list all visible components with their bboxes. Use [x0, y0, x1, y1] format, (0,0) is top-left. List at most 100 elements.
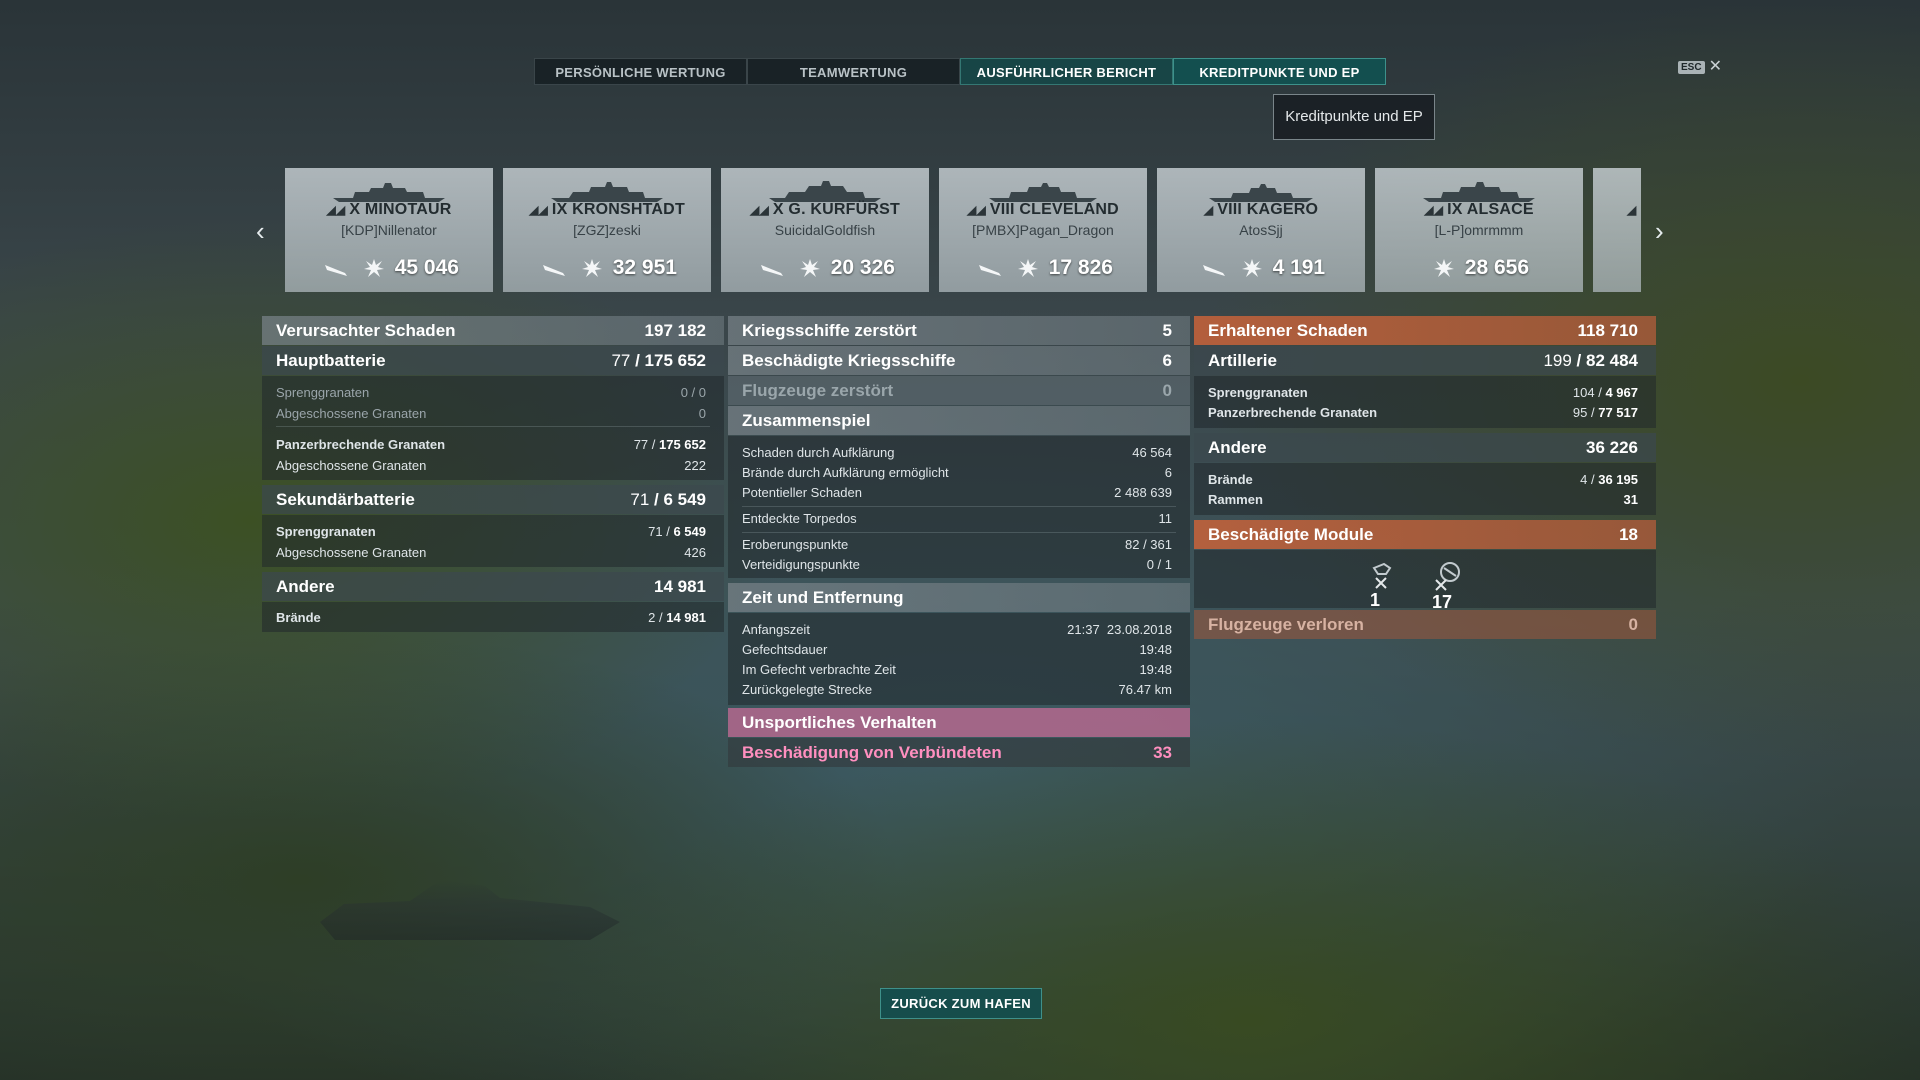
- damaged-modules-header: Beschädigte Module 18: [1194, 520, 1656, 549]
- stat-row: Brände 2 / 14 981: [276, 610, 706, 625]
- carousel-next-arrow-icon[interactable]: ›: [1655, 216, 1664, 247]
- ship-silhouette-icon: [333, 183, 445, 202]
- ship-destroyed-icon: [543, 265, 566, 277]
- ships-destroyed-header: Kriegsschiffe zerstört 5: [728, 316, 1190, 345]
- stat-row: Abgeschossene Granaten 426: [276, 545, 706, 560]
- ship-carousel: ◢◢ X MINOTAUR [KDP]Nillenator 45 046 ◢◢ IX…: [285, 168, 1641, 292]
- ship-name: CLEVELAND: [1019, 201, 1119, 218]
- stat-row: Entdeckte Torpedos 11: [742, 511, 1172, 526]
- stat-row: Brände 4 / 36 195: [1208, 472, 1638, 487]
- ally-damage-row: Beschädigung von Verbündeten 33: [728, 738, 1190, 767]
- ship-silhouette-icon: [551, 182, 663, 202]
- module-group: 17: [1432, 562, 1466, 613]
- unsportsmanlike-header: Unsportliches Verhalten: [728, 708, 1190, 737]
- tab-detailed-report[interactable]: AUSFÜHRLICHER BERICHT: [960, 58, 1173, 85]
- planes-lost-header: Flugzeuge verloren 0: [1194, 610, 1656, 639]
- ship-name: G. KURFÜRST: [788, 201, 900, 218]
- stat-row: Schaden durch Aufklärung 46 564: [742, 445, 1172, 460]
- ship-damage-value: 17 826: [1048, 256, 1113, 279]
- ship-damage-value: 28 656: [1464, 256, 1530, 279]
- stat-row: Potentieller Schaden 2 488 639: [742, 485, 1172, 500]
- stat-row: Panzerbrechende Granaten 77 / 175 652: [276, 437, 706, 452]
- close-button[interactable]: ESC ✕: [1678, 59, 1722, 75]
- stat-row: Sprenggranaten 0 / 0: [276, 385, 706, 400]
- module-count: 17: [1432, 592, 1453, 612]
- ship-tier: X: [349, 201, 361, 218]
- ship-silhouette-icon: [1423, 182, 1535, 202]
- tab-credits-xp[interactable]: KREDITPUNKTE UND EP: [1173, 58, 1386, 85]
- damage-burst-icon: [581, 259, 602, 278]
- damage-burst-icon: [1433, 259, 1454, 278]
- damage-burst-icon: [1017, 259, 1038, 278]
- module-count: 1: [1370, 590, 1381, 610]
- stat-row: Abgeschossene Granaten 0: [276, 406, 706, 421]
- damage-burst-icon: [799, 259, 820, 278]
- damage-burst-icon: [1241, 259, 1262, 278]
- stat-row: Panzerbrechende Granaten 95 / 77 517: [1208, 405, 1638, 420]
- player-name: AtosSjj: [1239, 222, 1283, 238]
- tab-team-score[interactable]: TEAMWERTUNG: [747, 58, 960, 85]
- ship-name: MINOTAUR: [364, 201, 452, 218]
- nation-flag-icon: ◢◢: [529, 203, 548, 217]
- ship-silhouette-icon: [1209, 184, 1313, 202]
- ship-card[interactable]: ◢◢ IX KRONSHTADT [ZGZ]zeski 32 951: [503, 168, 711, 292]
- main-battery-header: Hauptbatterie 77 / 175 652: [262, 346, 724, 375]
- ship-name: KAGERO: [1246, 201, 1319, 218]
- player-name: [PMBX]Pagan_Dragon: [972, 222, 1114, 238]
- nation-flag-icon: ◢: [1203, 203, 1214, 217]
- damage-burst-icon: [363, 259, 384, 278]
- other-received-header: Andere 36 226: [1194, 433, 1656, 462]
- damage-dealt-header: Verursachter Schaden 197 182: [262, 316, 724, 345]
- artillery-header: Artillerie 199 / 82 484: [1194, 346, 1656, 375]
- ship-tier: VIII: [1217, 201, 1243, 218]
- nation-flag-icon: ◢◢: [967, 203, 986, 217]
- back-to-port-button[interactable]: ZURÜCK ZUM HAFEN: [880, 988, 1042, 1019]
- ship-card[interactable]: ◢◢ IX ALSACE [L-P]omrmmm 28 656: [1375, 168, 1583, 292]
- ship-card[interactable]: ◢ VIII KAGERO AtosSjj 4 191: [1157, 168, 1365, 292]
- ship-damage-value: 32 951: [612, 256, 677, 279]
- ship-tier: VIII: [989, 201, 1015, 218]
- time-distance-header: Zeit und Entfernung: [728, 583, 1190, 612]
- player-name: SuicidalGoldfish: [774, 222, 876, 238]
- carousel-prev-arrow-icon[interactable]: ‹: [256, 216, 265, 247]
- stat-row: Im Gefecht verbrachte Zeit 19:48: [742, 662, 1172, 677]
- nation-flag-icon: ◢: [1627, 203, 1637, 217]
- ship-card-partial[interactable]: ◢: [1593, 168, 1641, 292]
- nation-flag-icon: ◢◢: [750, 203, 769, 217]
- ship-card[interactable]: ◢◢ VIII CLEVELAND [PMBX]Pagan_Dragon 17 8…: [939, 168, 1147, 292]
- ship-destroyed-icon: [1202, 265, 1225, 277]
- player-name: [KDP]Nillenator: [341, 222, 437, 238]
- ships-damaged-header: Beschädigte Kriegsschiffe 6: [728, 346, 1190, 375]
- stat-row: Gefechtsdauer 19:48: [742, 642, 1172, 657]
- secondary-battery-header: Sekundärbatterie 71 / 6 549: [262, 485, 724, 514]
- player-name: [ZGZ]zeski: [573, 222, 641, 238]
- stat-row: Sprenggranaten 71 / 6 549: [276, 524, 706, 539]
- ship-tier: X: [772, 201, 784, 218]
- damage-received-header: Erhaltener Schaden 118 710: [1194, 316, 1656, 345]
- ship-card[interactable]: ◢◢ X MINOTAUR [KDP]Nillenator 45 046: [285, 168, 493, 292]
- damage-dealt-value: 197 182: [644, 321, 706, 340]
- ship-damage-value: 45 046: [394, 256, 459, 279]
- nation-flag-icon: ◢◢: [1424, 203, 1444, 217]
- stat-row: Brände durch Aufklärung ermöglicht 6: [742, 465, 1172, 480]
- ship-name: KRONSHTADT: [572, 201, 685, 218]
- stat-row: Rammen 31: [1208, 492, 1638, 507]
- ship-damage-value: 20 326: [830, 256, 895, 279]
- module-group: 1: [1370, 562, 1394, 611]
- stat-row: Anfangszeit 21:37 23.08.2018: [742, 622, 1172, 637]
- stat-row: Verteidigungspunkte 0 / 1: [742, 557, 1172, 572]
- ship-damage-value: 4 191: [1272, 256, 1326, 279]
- tab-personal-score[interactable]: PERSÖNLICHE WERTUNG: [534, 58, 747, 85]
- close-icon[interactable]: ✕: [1709, 59, 1722, 75]
- engine-module-icon: [1372, 562, 1392, 589]
- turret-module-icon: [1435, 562, 1460, 591]
- ship-destroyed-icon: [325, 265, 348, 277]
- ship-card[interactable]: ◢◢ X G. KURFÜRST SuicidalGoldfish 20 326: [721, 168, 929, 292]
- player-name: [L-P]omrmmm: [1434, 222, 1524, 238]
- tab-bar: PERSÖNLICHE WERTUNG TEAMWERTUNG AUSFÜHRL…: [534, 58, 1386, 85]
- ship-destroyed-icon: [979, 265, 1002, 277]
- teamplay-header: Zusammenspiel: [728, 406, 1190, 435]
- background-ship: [320, 880, 620, 940]
- ship-tier: IX: [551, 201, 568, 218]
- ship-destroyed-icon: [761, 265, 784, 277]
